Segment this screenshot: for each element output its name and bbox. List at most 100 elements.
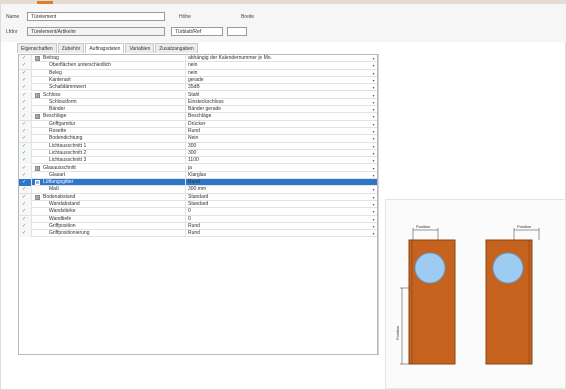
property-value[interactable]: Standard [185, 193, 369, 201]
grid-row[interactable]: ✓ Wandabstand Standard ▾ [19, 201, 377, 209]
grid-row[interactable]: ✓ Glasart Klarglas ▾ [19, 171, 377, 180]
grid-row[interactable]: ✓ Schlossform Einsteckschloss ▾ [19, 98, 377, 107]
expand-plus-icon[interactable]: ⊞ [35, 114, 40, 120]
dropdown-arrow-icon[interactable]: ▾ [371, 122, 376, 127]
expand-plus-icon[interactable]: ⊞ [35, 56, 40, 61]
property-name: Beitrag [43, 55, 59, 61]
dropdown-arrow-icon[interactable]: ▾ [371, 56, 376, 61]
dropdown-arrow-icon[interactable]: ▾ [371, 195, 376, 200]
dropdown-arrow-icon[interactable]: ▾ [371, 151, 376, 156]
panel-splitter[interactable] [378, 54, 379, 355]
grid-row[interactable]: ✓ Griffgarnitur Drücker ▾ [19, 120, 377, 128]
row-status-cell: ✓ [19, 91, 32, 99]
expand-plus-icon[interactable]: ⊞ [35, 92, 40, 98]
grid-row[interactable]: ✓ Maß 300 mm ▾ [19, 186, 377, 194]
grid-row[interactable]: ✓ Bänder Bänder gerade ▾ [19, 106, 377, 114]
dropdown-arrow-icon[interactable]: ▾ [371, 144, 376, 149]
dropdown-arrow-icon[interactable]: ▾ [371, 217, 376, 222]
property-value[interactable]: Klarglas [185, 171, 369, 179]
dropdown-arrow-icon[interactable]: ▾ [371, 158, 376, 163]
dropdown-arrow-icon[interactable]: ▾ [371, 187, 376, 192]
property-value[interactable]: 1100 [185, 157, 369, 165]
property-value[interactable]: Bänder gerade [185, 106, 369, 114]
grid-row[interactable]: ✓ ⊞ Beitrag abhängig der Kalendernummer je … [19, 55, 377, 63]
dropdown-arrow-icon[interactable]: ▾ [371, 180, 376, 185]
grid-row[interactable]: ✓ Lichtausschnitt 1 300 ▾ [19, 142, 377, 150]
grid-row[interactable]: ✓ ⊞ Glasausschnitt ja ▾ [19, 164, 377, 172]
grid-row[interactable]: ✓ Kantenart gerade ▾ [19, 76, 377, 85]
tab-accessories[interactable]: Zubehör [57, 43, 85, 53]
name-field[interactable]: Türelement [27, 12, 165, 21]
property-value[interactable]: gerade [185, 76, 369, 84]
grid-row[interactable]: ✓ Oberflächen unterschiedlich nein ▾ [19, 62, 377, 70]
grid-row[interactable]: ✓ Lichtausschnitt 2 300 ▾ [19, 149, 377, 158]
property-value[interactable]: Drücker [185, 120, 369, 128]
dropdown-arrow-icon[interactable]: ▾ [371, 231, 376, 236]
row-status-cell: ✓ [19, 55, 32, 62]
tab-variables[interactable]: Variablen [125, 43, 155, 53]
article-number-field[interactable]: Türelement/Artikelnr [27, 27, 165, 36]
grid-row[interactable]: ✓ Griffposition Rund ▾ [19, 222, 377, 231]
property-value[interactable]: Beschläge [185, 113, 369, 121]
property-value[interactable]: Stahl [185, 91, 369, 99]
dropdown-arrow-icon[interactable]: ▾ [371, 93, 376, 98]
grid-row[interactable]: ✓ Rosette Rund ▾ [19, 128, 377, 136]
property-value[interactable]: nein [185, 62, 369, 70]
dropdown-arrow-icon[interactable]: ▾ [371, 63, 376, 68]
dropdown-arrow-icon[interactable]: ▾ [371, 100, 376, 105]
header-panel: Name Türelement Höhe Breite Lfdnr Türele… [1, 4, 566, 42]
dropdown-arrow-icon[interactable]: ▾ [371, 224, 376, 229]
property-value[interactable]: nein [185, 69, 369, 77]
dropdown-arrow-icon[interactable]: ▾ [371, 71, 376, 76]
reference-field[interactable]: Türblatt/Ref [171, 27, 223, 36]
property-value[interactable]: Rund [185, 179, 369, 187]
tab-order-data[interactable]: Auftragsdaten [85, 43, 125, 53]
property-value[interactable]: 300 mm [185, 186, 369, 194]
property-value[interactable]: Rund [185, 222, 369, 230]
grid-row[interactable]: ✓ Wandtiefe 0 ▾ [19, 215, 377, 223]
property-value[interactable]: 300 [185, 149, 369, 157]
expand-plus-icon[interactable]: ⊞ [35, 180, 40, 186]
property-value[interactable]: 300 [185, 142, 369, 150]
dropdown-arrow-icon[interactable]: ▾ [371, 202, 376, 207]
grid-row[interactable]: ✓ Griffpositionierung Rund ▾ [19, 230, 377, 238]
grid-row[interactable]: ✓ Bodendichtung Nein ▾ [19, 135, 377, 143]
dropdown-arrow-icon[interactable]: ▾ [371, 85, 376, 90]
property-value[interactable]: Rund [185, 128, 369, 135]
row-status-cell: ✓ [19, 186, 32, 194]
grid-row[interactable]: ✓ Wandstärke 0 ▾ [19, 208, 377, 216]
grid-row[interactable]: ✓ ⊞ Beschläge Beschläge ▾ [19, 113, 377, 121]
grid-row[interactable]: ✓ ⊞ Schloss Stahl ▾ [19, 91, 377, 99]
grid-row[interactable]: ✓ Schalldämmwert 35dB ▾ [19, 84, 377, 92]
door-preview-panel: Position Position Position [385, 199, 566, 389]
dropdown-arrow-icon[interactable]: ▾ [371, 129, 376, 134]
tab-properties[interactable]: Eigenschaften [17, 43, 57, 53]
dropdown-arrow-icon[interactable]: ▾ [371, 173, 376, 178]
property-value[interactable]: Standard [185, 201, 369, 208]
grid-row[interactable]: ✓ Beleg nein ▾ [19, 69, 377, 77]
dropdown-arrow-icon[interactable]: ▾ [371, 107, 376, 112]
grid-row[interactable]: ✓ Lichtausschnitt 3 1100 ▾ [19, 157, 377, 165]
expand-plus-icon[interactable]: ⊞ [35, 194, 40, 200]
dropdown-arrow-icon[interactable]: ▾ [371, 209, 376, 214]
property-name: Bodenabstand [43, 193, 76, 200]
dropdown-arrow-icon[interactable]: ▾ [371, 136, 376, 141]
dropdown-arrow-icon[interactable]: ▾ [371, 114, 376, 119]
expand-plus-icon[interactable]: ⊞ [35, 165, 40, 171]
extra-field[interactable] [227, 27, 247, 36]
dropdown-arrow-icon[interactable]: ▾ [371, 78, 376, 83]
grid-row[interactable]: ✓ ⊞ Bodenabstand Standard ▾ [19, 193, 377, 201]
door-preview-drawing: Position Position Position [395, 224, 540, 365]
property-value[interactable]: 35dB [185, 84, 369, 92]
tab-additional[interactable]: Zusatzangaben [155, 43, 198, 53]
property-value[interactable]: Nein [185, 135, 369, 143]
property-value[interactable]: 0 [185, 208, 369, 216]
property-value[interactable]: ja [185, 164, 369, 172]
property-value[interactable]: Einsteckschloss [185, 98, 369, 106]
row-status-cell: ✓ [19, 179, 32, 187]
grid-row[interactable]: ✓ ⊞ Lüftungsgitter Rund ▾ [19, 179, 377, 187]
property-value[interactable]: abhängig der Kalendernummer je Mo. [185, 55, 369, 62]
dropdown-arrow-icon[interactable]: ▾ [371, 166, 376, 171]
property-value[interactable]: Rund [185, 230, 369, 238]
property-value[interactable]: 0 [185, 215, 369, 223]
